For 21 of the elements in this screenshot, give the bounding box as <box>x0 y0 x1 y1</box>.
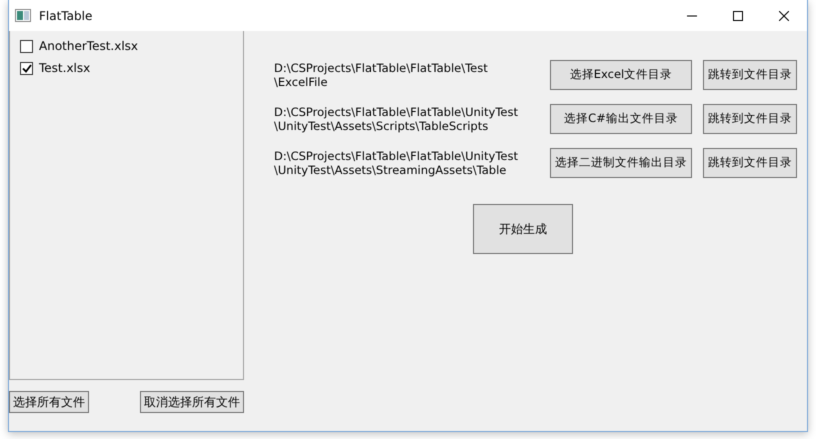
directory-path: D:\CSProjects\FlatTable\FlatTable\UnityTest \UnityTest\Assets\StreamingAssets\Table <box>274 148 519 176</box>
directory-path: D:\CSProjects\FlatTable\FlatTable\UnityTest \UnityTest\Assets\Scripts\TableScripts <box>274 104 519 132</box>
open-folder-button[interactable]: 跳转到文件目录 <box>703 148 797 178</box>
window-title: FlatTable <box>39 8 94 22</box>
choose-folder-button[interactable]: 选择Excel文件目录 <box>550 60 692 90</box>
select-all-button[interactable]: 选择所有文件 <box>9 391 89 413</box>
checkbox[interactable] <box>20 40 33 52</box>
open-folder-button[interactable]: 跳转到文件目录 <box>703 60 797 90</box>
app-icon <box>15 9 31 22</box>
directory-path: D:\CSProjects\FlatTable\FlatTable\Test \ExcelFile <box>274 60 489 88</box>
generate-button[interactable]: 开始生成 <box>473 204 573 254</box>
check-icon <box>22 64 32 72</box>
close-icon <box>779 10 789 20</box>
choose-folder-button[interactable]: 选择二进制文件输出目录 <box>550 148 692 178</box>
checkbox[interactable] <box>20 62 33 74</box>
open-folder-button[interactable]: 跳转到文件目录 <box>703 104 797 134</box>
choose-folder-button[interactable]: 选择C#输出文件目录 <box>550 104 692 134</box>
deselect-all-button[interactable]: 取消选择所有文件 <box>140 391 244 413</box>
file-name: Test.xlsx <box>39 61 90 75</box>
file-name: AnotherTest.xlsx <box>39 39 138 53</box>
maximize-icon <box>733 10 743 20</box>
